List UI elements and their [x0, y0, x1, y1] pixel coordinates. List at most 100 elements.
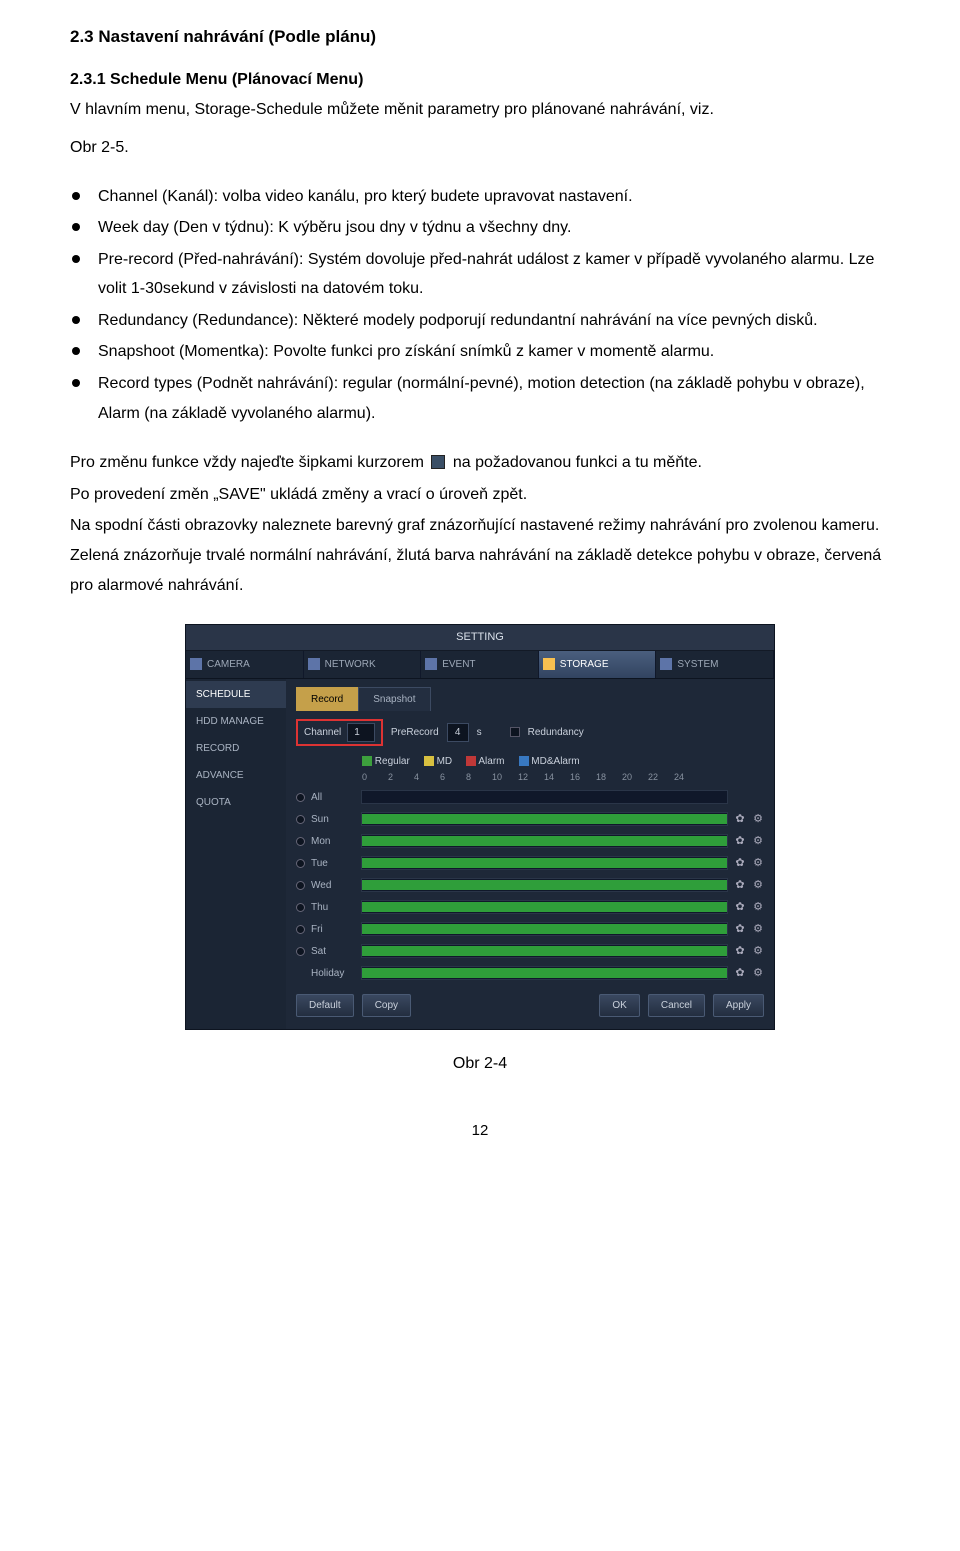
subtab-record[interactable]: Record: [296, 687, 358, 711]
gear-icon[interactable]: ✿: [734, 923, 746, 935]
sidebar-item-quota[interactable]: QUOTA: [186, 789, 286, 816]
timeline-wed[interactable]: [361, 878, 728, 892]
gear-icon[interactable]: ✿: [734, 879, 746, 891]
day-radio[interactable]: [296, 925, 305, 934]
timeline-tue[interactable]: [361, 856, 728, 870]
sidebar-item-hdd[interactable]: HDD MANAGE: [186, 708, 286, 735]
tab-network[interactable]: NETWORK: [304, 651, 422, 678]
settings-icon[interactable]: ⚙: [752, 813, 764, 825]
apply-button[interactable]: Apply: [713, 994, 764, 1017]
type-label: MD&Alarm: [531, 756, 579, 767]
settings-icon[interactable]: ⚙: [752, 879, 764, 891]
sidebar: SCHEDULE HDD MANAGE RECORD ADVANCE QUOTA: [186, 679, 286, 1030]
type-label: Regular: [375, 756, 410, 767]
timeline-mon[interactable]: [361, 834, 728, 848]
subsection-heading: 2.3.1 Schedule Menu (Plánovací Menu): [70, 68, 890, 92]
day-radio[interactable]: [296, 881, 305, 890]
tab-label: EVENT: [442, 657, 475, 672]
prerecord-input[interactable]: 4: [447, 723, 469, 742]
prerecord-label: PreRecord: [391, 725, 439, 740]
day-radio[interactable]: [296, 793, 305, 802]
feature-list: Channel (Kanál): volba video kanálu, pro…: [70, 182, 890, 429]
list-item: Record types (Podnět nahrávání): regular…: [70, 369, 890, 428]
tab-event[interactable]: EVENT: [421, 651, 539, 678]
figure-reference-top: Obr 2-5.: [70, 136, 890, 160]
gear-icon[interactable]: ✿: [734, 945, 746, 957]
redundancy-checkbox[interactable]: [510, 727, 520, 737]
regular-checkbox[interactable]: [362, 756, 372, 766]
timeline-holiday[interactable]: [361, 966, 728, 980]
list-item: Snapshoot (Momentka): Povolte funkci pro…: [70, 337, 890, 367]
settings-icon[interactable]: ⚙: [752, 967, 764, 979]
paragraph-colors: Na spodní části obrazovky naleznete bare…: [70, 511, 890, 600]
mdalarm-checkbox[interactable]: [519, 756, 529, 766]
alarm-checkbox[interactable]: [466, 756, 476, 766]
tab-storage[interactable]: STORAGE: [539, 651, 657, 678]
paragraph-save: Po provedení změn „SAVE" ukládá změny a …: [70, 480, 890, 510]
sidebar-item-record[interactable]: RECORD: [186, 735, 286, 762]
settings-screenshot: SETTING CAMERA NETWORK EVENT STORAGE SYS…: [185, 624, 775, 1030]
gear-icon[interactable]: ✿: [734, 857, 746, 869]
button-bar: Default Copy OK Cancel Apply: [296, 984, 764, 1021]
tab-label: CAMERA: [207, 657, 250, 672]
settings-icon[interactable]: ⚙: [752, 945, 764, 957]
copy-button[interactable]: Copy: [362, 994, 411, 1017]
ok-button[interactable]: OK: [599, 994, 639, 1017]
cancel-button[interactable]: Cancel: [648, 994, 705, 1017]
para1-text-b: na požadovanou funkci a tu měňte.: [453, 454, 702, 471]
tab-label: STORAGE: [560, 657, 609, 672]
day-radio[interactable]: [296, 815, 305, 824]
tab-system[interactable]: SYSTEM: [656, 651, 774, 678]
gear-icon[interactable]: ✿: [734, 835, 746, 847]
settings-icon[interactable]: [752, 791, 764, 803]
type-label: MD: [437, 756, 453, 767]
gear-icon[interactable]: [734, 791, 746, 803]
md-checkbox[interactable]: [424, 756, 434, 766]
redundancy-label: Redundancy: [528, 725, 584, 740]
page-number: 12: [70, 1120, 890, 1143]
gear-icon[interactable]: ✿: [734, 967, 746, 979]
storage-icon: [543, 658, 555, 670]
day-label: Sat: [311, 944, 355, 959]
day-label: Wed: [311, 878, 355, 893]
day-radio[interactable]: [296, 903, 305, 912]
channel-select[interactable]: 1: [347, 723, 375, 742]
network-icon: [308, 658, 320, 670]
day-label: All: [311, 790, 355, 805]
system-icon: [660, 658, 672, 670]
schedule-grid: All Sun✿⚙ Mon✿⚙ Tue✿⚙ Wed✿⚙ Thu✿⚙ Fri✿⚙ …: [296, 786, 764, 984]
timeline-sun[interactable]: [361, 812, 728, 826]
sidebar-item-schedule[interactable]: SCHEDULE: [186, 681, 286, 708]
settings-icon[interactable]: ⚙: [752, 835, 764, 847]
settings-icon[interactable]: ⚙: [752, 923, 764, 935]
time-axis: 024681012141618202224: [296, 771, 764, 785]
timeline-all[interactable]: [361, 790, 728, 804]
figure-caption: Obr 2-4: [70, 1052, 890, 1076]
timeline-fri[interactable]: [361, 922, 728, 936]
settings-icon[interactable]: ⚙: [752, 901, 764, 913]
day-radio[interactable]: [296, 859, 305, 868]
timeline-thu[interactable]: [361, 900, 728, 914]
day-radio[interactable]: [296, 947, 305, 956]
gear-icon[interactable]: ✿: [734, 813, 746, 825]
day-label: Mon: [311, 834, 355, 849]
tab-label: NETWORK: [325, 657, 376, 672]
tab-camera[interactable]: CAMERA: [186, 651, 304, 678]
day-label: Sun: [311, 812, 355, 827]
list-item: Channel (Kanál): volba video kanálu, pro…: [70, 182, 890, 212]
day-radio[interactable]: [296, 837, 305, 846]
timeline-sat[interactable]: [361, 944, 728, 958]
tab-label: SYSTEM: [677, 657, 718, 672]
list-item: Redundancy (Redundance): Některé modely …: [70, 306, 890, 336]
day-label: Holiday: [311, 966, 355, 981]
type-label: Alarm: [478, 756, 504, 767]
sidebar-item-advance[interactable]: ADVANCE: [186, 762, 286, 789]
subtab-snapshot[interactable]: Snapshot: [358, 687, 430, 711]
cursor-icon: [431, 455, 445, 469]
channel-label: Channel: [304, 725, 341, 740]
record-type-legend: Regular MD Alarm MD&Alarm: [296, 754, 764, 769]
gear-icon[interactable]: ✿: [734, 901, 746, 913]
prerecord-unit: s: [477, 725, 482, 740]
default-button[interactable]: Default: [296, 994, 354, 1017]
settings-icon[interactable]: ⚙: [752, 857, 764, 869]
